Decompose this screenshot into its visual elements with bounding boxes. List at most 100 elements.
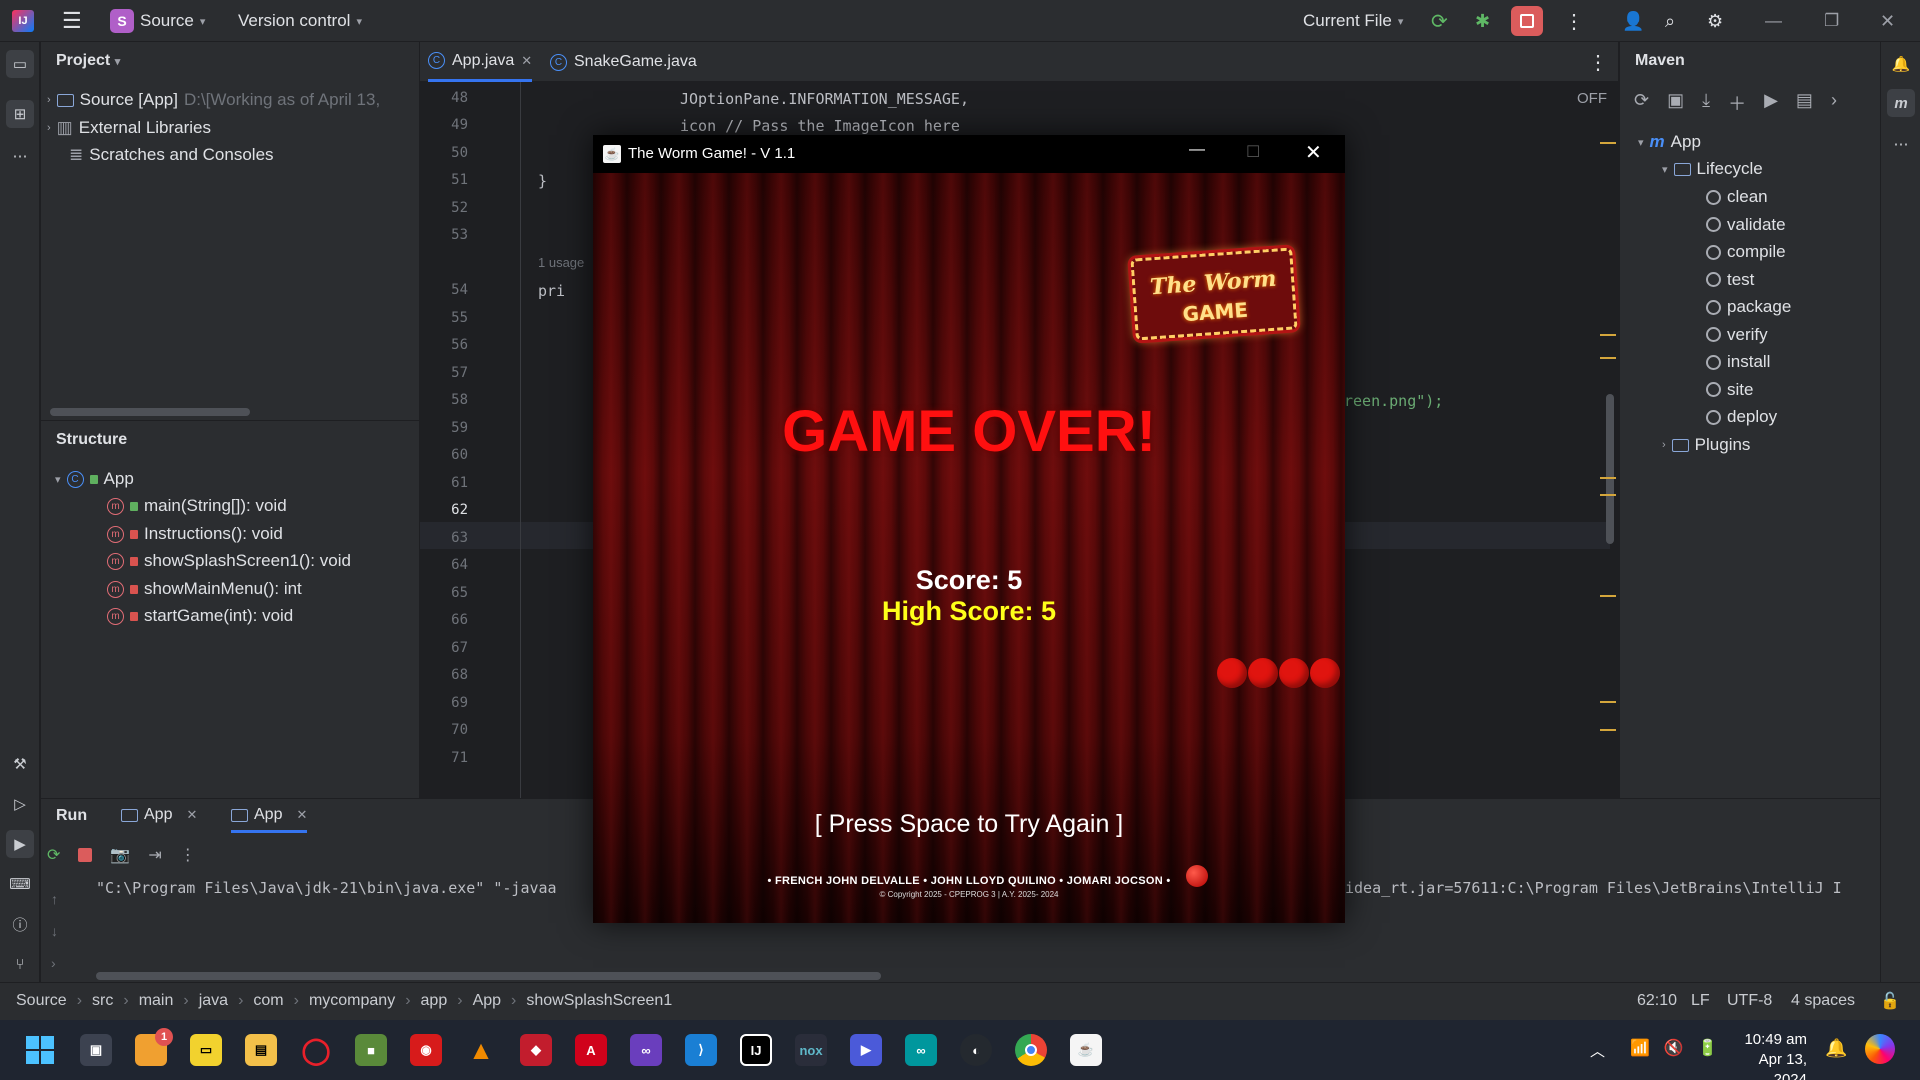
vlc-icon[interactable]: ▲ bbox=[465, 1034, 497, 1066]
toggle-offline-icon[interactable]: ▤ bbox=[1796, 90, 1813, 116]
add-maven-project-icon[interactable]: ▣ bbox=[1667, 90, 1684, 116]
maven-goal-verify[interactable]: verify bbox=[1706, 323, 1768, 347]
game-close-button[interactable]: ✕ bbox=[1305, 140, 1322, 165]
add-user-icon[interactable]: 👤 bbox=[1622, 9, 1644, 33]
run-goal-icon[interactable]: ▶ bbox=[1764, 90, 1778, 116]
indent-setting[interactable]: 4 spaces bbox=[1791, 992, 1855, 1010]
breadcrumb-item[interactable]: showSplashScreen1 bbox=[526, 992, 672, 1010]
breadcrumb-item[interactable]: src bbox=[92, 992, 113, 1010]
sticky-notes-icon[interactable]: ▭ bbox=[190, 1034, 222, 1066]
close-tab-icon[interactable]: ✕ bbox=[296, 807, 307, 823]
close-tab-icon[interactable]: ✕ bbox=[186, 807, 197, 823]
reload-icon[interactable]: ⟳ bbox=[1634, 90, 1649, 116]
breadcrumb-item[interactable]: java bbox=[199, 992, 228, 1010]
breadcrumb-item[interactable]: com bbox=[253, 992, 283, 1010]
breadcrumb-item[interactable]: main bbox=[139, 992, 174, 1010]
maven-goal-deploy[interactable]: deploy bbox=[1706, 405, 1777, 429]
notifications-bell-icon[interactable]: 🔔 bbox=[1887, 50, 1915, 78]
problems-icon[interactable]: ⓘ bbox=[6, 910, 34, 938]
git-icon[interactable]: ⑂ bbox=[6, 950, 34, 978]
maven-goal-clean[interactable]: clean bbox=[1706, 185, 1768, 209]
screenshot-icon[interactable]: 📷 bbox=[110, 845, 130, 865]
more-actions-icon[interactable]: ⋮ bbox=[1564, 9, 1584, 33]
game-minimize-button[interactable]: — bbox=[1189, 141, 1205, 159]
main-menu-icon[interactable]: ☰ bbox=[62, 8, 82, 33]
run-config-selector[interactable]: Current File ▾ bbox=[1303, 9, 1403, 33]
tree-item-source[interactable]: › Source [App] D:\[Working as of April 1… bbox=[47, 88, 419, 112]
maven-goal-install[interactable]: install bbox=[1706, 350, 1770, 374]
tab-app-java[interactable]: C App.java ✕ bbox=[428, 42, 533, 82]
structure-method[interactable]: m startGame(int): void bbox=[107, 604, 293, 628]
structure-method[interactable]: m main(String[]): void bbox=[107, 494, 287, 518]
tab-options-icon[interactable]: ⋮ bbox=[1588, 42, 1608, 82]
screen-recorder-icon[interactable]: ◉ bbox=[410, 1034, 442, 1066]
structure-method[interactable]: m Instructions(): void bbox=[107, 522, 283, 546]
console-scrollbar[interactable] bbox=[96, 972, 881, 980]
visual-studio-icon[interactable]: ∞ bbox=[630, 1034, 662, 1066]
sketchup-icon[interactable]: ◆ bbox=[520, 1034, 552, 1066]
terminal-icon[interactable]: ⌨ bbox=[6, 870, 34, 898]
stop-icon[interactable] bbox=[78, 848, 93, 862]
close-tab-icon[interactable]: ✕ bbox=[521, 53, 532, 69]
github-desktop-icon[interactable]: ◐ bbox=[960, 1034, 992, 1066]
debug-icon[interactable]: ✱ bbox=[1475, 9, 1490, 33]
breadcrumb-item[interactable]: App bbox=[473, 992, 501, 1010]
file-explorer-icon[interactable]: ▤ bbox=[245, 1034, 277, 1066]
scroll-down-icon[interactable]: ↓ bbox=[51, 923, 58, 939]
structure-method[interactable]: m showSplashScreen1(): void bbox=[107, 549, 351, 573]
media-player-icon[interactable]: ▶ bbox=[850, 1034, 882, 1066]
windows-start-icon[interactable] bbox=[24, 1034, 56, 1066]
task-view-icon[interactable]: ▣ bbox=[80, 1034, 112, 1066]
tree-item-scratches[interactable]: ≣ Scratches and Consoles bbox=[69, 143, 274, 167]
download-icon[interactable]: ⤓ bbox=[1702, 90, 1710, 116]
maven-root-app[interactable]: ▾ m App bbox=[1638, 130, 1701, 154]
clock[interactable]: 10:49 am Apr 13, 2024 bbox=[1727, 1030, 1807, 1080]
structure-tool-icon[interactable]: ⊞ bbox=[6, 100, 34, 128]
autocad-icon[interactable]: A bbox=[575, 1034, 607, 1066]
plus-icon[interactable]: ＋ bbox=[1728, 90, 1746, 116]
volume-muted-icon[interactable]: 🔇 bbox=[1664, 1038, 1684, 1058]
settings-gear-icon[interactable]: ⚙ bbox=[1707, 9, 1723, 33]
minimize-button[interactable]: — bbox=[1765, 9, 1782, 33]
tree-item-external-libraries[interactable]: › ▥ External Libraries bbox=[47, 116, 211, 140]
exit-icon[interactable]: ⇥ bbox=[148, 845, 161, 865]
maven-tool-icon[interactable]: m bbox=[1887, 89, 1915, 117]
horizontal-scrollbar[interactable] bbox=[50, 408, 250, 416]
maven-goal-validate[interactable]: validate bbox=[1706, 213, 1786, 237]
breadcrumb-item[interactable]: Source bbox=[16, 992, 67, 1010]
structure-method[interactable]: m showMainMenu(): int bbox=[107, 577, 302, 601]
services-icon[interactable]: ▷ bbox=[6, 790, 34, 818]
nox-player-icon[interactable]: nox bbox=[795, 1034, 827, 1066]
more-icon[interactable]: ⋮ bbox=[180, 845, 196, 865]
run-tab-2[interactable]: App ✕ bbox=[231, 806, 308, 833]
intellij-logo-icon[interactable]: IJ bbox=[12, 9, 34, 33]
arduino-icon[interactable]: ∞ bbox=[905, 1034, 937, 1066]
show-hidden-icons-icon[interactable]: ︿ bbox=[1590, 1040, 1605, 1061]
restore-button[interactable]: ❐ bbox=[1824, 9, 1839, 33]
maven-goal-package[interactable]: package bbox=[1706, 295, 1791, 319]
maven-lifecycle[interactable]: ▾ Lifecycle bbox=[1662, 157, 1763, 181]
readonly-lock-icon[interactable]: 🔓 bbox=[1880, 991, 1900, 1011]
more-tools-icon[interactable]: ⋯ bbox=[6, 142, 34, 170]
copilot-icon[interactable] bbox=[1865, 1034, 1895, 1064]
wifi-icon[interactable]: 📶 bbox=[1630, 1038, 1650, 1058]
maven-goal-compile[interactable]: compile bbox=[1706, 240, 1786, 264]
expand-icon[interactable]: › bbox=[51, 955, 58, 971]
file-encoding[interactable]: UTF-8 bbox=[1727, 992, 1772, 1010]
battery-icon[interactable]: 🔋 bbox=[1698, 1038, 1718, 1058]
rerun-icon[interactable]: ⟳ bbox=[47, 845, 60, 865]
stop-button[interactable] bbox=[1511, 6, 1543, 36]
more-tools-icon[interactable]: ⋯ bbox=[1887, 130, 1915, 158]
breadcrumb-item[interactable]: app bbox=[421, 992, 448, 1010]
scroll-up-icon[interactable]: ↑ bbox=[51, 891, 58, 907]
chrome-icon[interactable] bbox=[1015, 1034, 1047, 1066]
close-button[interactable]: ✕ bbox=[1880, 9, 1895, 33]
vertical-scrollbar[interactable] bbox=[1606, 394, 1614, 544]
breadcrumb-item[interactable]: mycompany bbox=[309, 992, 395, 1010]
caret-position[interactable]: 62:10 bbox=[1637, 992, 1677, 1010]
search-icon[interactable]: ⌕ bbox=[1665, 9, 1675, 33]
run-tab-1[interactable]: App ✕ bbox=[121, 806, 197, 824]
notifications-icon[interactable]: 🔔 bbox=[1825, 1038, 1847, 1059]
java-app-icon[interactable]: ☕ bbox=[1070, 1034, 1102, 1066]
tab-snakegame-java[interactable]: C SnakeGame.java bbox=[550, 42, 697, 82]
